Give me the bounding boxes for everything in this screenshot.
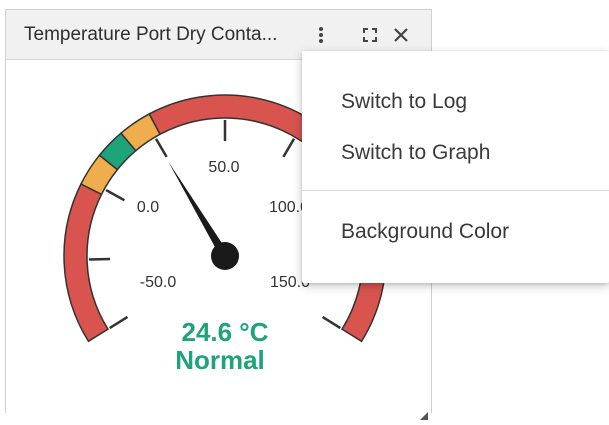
gauge-tick [105,188,126,202]
resize-handle[interactable] [420,407,428,420]
gauge-tick [282,138,296,158]
gauge-band-low-danger [63,183,110,343]
tick-label-0: 0.0 [137,199,159,216]
menu-item-background-color[interactable]: Background Color [302,209,609,255]
gauge-tick [154,138,168,158]
menu-item-switch-to-graph[interactable]: Switch to Graph [302,130,609,176]
gauge-tick [109,315,129,330]
gauge-status: Normal [175,345,265,375]
fullscreen-icon[interactable] [360,25,380,45]
gauge-tick [321,315,341,330]
gauge-needle-hub [211,242,239,270]
context-menu: Switch to Log Switch to Graph Background… [302,51,609,283]
more-vertical-icon[interactable] [311,25,331,45]
tick-label-minus-50: -50.0 [140,274,177,291]
widget-title: Temperature Port Dry Conta... [24,24,278,45]
close-icon[interactable] [391,25,411,45]
menu-item-switch-to-log[interactable]: Switch to Log [302,79,609,125]
menu-divider [302,190,609,191]
gauge-value: 24.6 °C [181,317,268,347]
gauge-tick [89,257,111,261]
tick-label-50: 50.0 [208,159,239,176]
